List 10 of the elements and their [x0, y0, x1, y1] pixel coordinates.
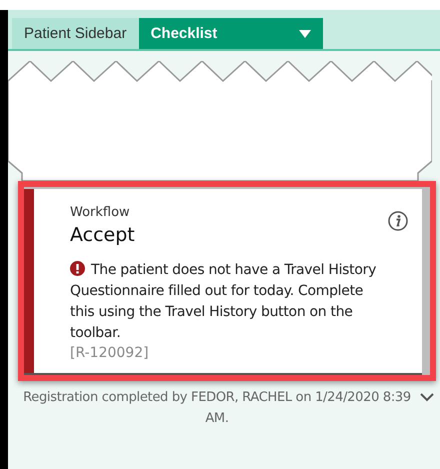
tab[interactable]: Checklist [138, 18, 323, 49]
chevron-down-icon[interactable] [420, 393, 434, 402]
exclamation-icon [70, 261, 85, 276]
alert-message: The patient does not have a Travel History Questionnaire filled out for today. Complete this using the Travel History button on the toolbar. [70, 260, 378, 343]
tab[interactable]: Patient Sidebar [12, 18, 139, 49]
alert-category: Workflow [70, 205, 131, 220]
footer-text: Registration completed by FEDOR, RACHEL on 1/24/2020 8:39 AM. [22, 389, 412, 428]
rule-id: [R-120092] [70, 345, 150, 361]
info-icon[interactable] [388, 211, 408, 231]
alert-title: Accept [70, 224, 136, 246]
